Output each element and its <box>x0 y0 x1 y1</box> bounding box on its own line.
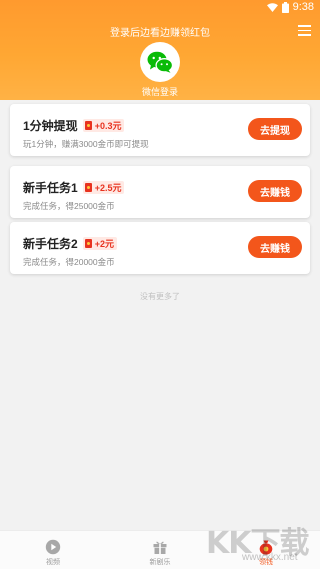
no-more-text: 没有更多了 <box>140 292 180 301</box>
withdraw-button[interactable]: 去提现 <box>248 118 302 140</box>
tab-label: 视频 <box>46 559 60 566</box>
wifi-icon <box>266 2 278 12</box>
task-description: 完成任务，得25000金币 <box>23 201 115 211</box>
reward-badge: +2元 <box>82 237 117 250</box>
red-envelope-icon <box>84 239 92 248</box>
status-time: 9:38 <box>292 1 314 13</box>
wechat-login-label[interactable]: 微信登录 <box>0 85 320 98</box>
task-title: 新手任务2 <box>23 237 78 251</box>
gift-icon <box>153 541 167 554</box>
earn-button[interactable]: 去赚钱 <box>248 236 302 258</box>
reward-amount: +2.5元 <box>94 183 122 193</box>
wechat-icon <box>147 51 173 73</box>
tab-new-drama[interactable]: 新剧乐 <box>107 531 213 569</box>
tab-video[interactable]: 视频 <box>0 531 106 569</box>
earn-button[interactable]: 去赚钱 <box>248 180 302 202</box>
task-title: 1分钟提现 <box>23 119 78 133</box>
reward-badge: +0.3元 <box>82 119 125 132</box>
battery-icon <box>281 1 289 13</box>
red-envelope-icon <box>84 121 92 130</box>
task-title: 新手任务1 <box>23 181 78 195</box>
menu-icon[interactable] <box>298 25 311 36</box>
status-bar: 9:38 <box>0 0 320 16</box>
wechat-login-button[interactable] <box>140 42 180 82</box>
app-header: 9:38 登录后边看边赚领红包 微信登录 <box>0 0 320 100</box>
task-card-withdraw: 1分钟提现 +0.3元 玩1分钟，赚满3000金币即可提现 去提现 <box>10 104 310 156</box>
reward-amount: +2元 <box>94 239 114 249</box>
tab-label: 新剧乐 <box>149 559 171 566</box>
red-envelope-icon <box>84 183 92 192</box>
reward-badge: +2.5元 <box>82 181 125 194</box>
header-title: 登录后边看边赚领红包 <box>110 28 210 39</box>
watermark-url: www.kkx.net <box>242 552 298 563</box>
task-card-newbie-2: 新手任务2 +2元 完成任务，得20000金币 去赚钱 <box>10 222 310 274</box>
reward-amount: +0.3元 <box>94 121 122 131</box>
task-description: 玩1分钟，赚满3000金币即可提现 <box>23 139 149 149</box>
task-card-newbie-1: 新手任务1 +2.5元 完成任务，得25000金币 去赚钱 <box>10 166 310 218</box>
play-circle-icon <box>45 539 61 555</box>
task-description: 完成任务，得20000金币 <box>23 257 115 267</box>
watermark: KK下载 www.kkx.net <box>206 518 316 564</box>
